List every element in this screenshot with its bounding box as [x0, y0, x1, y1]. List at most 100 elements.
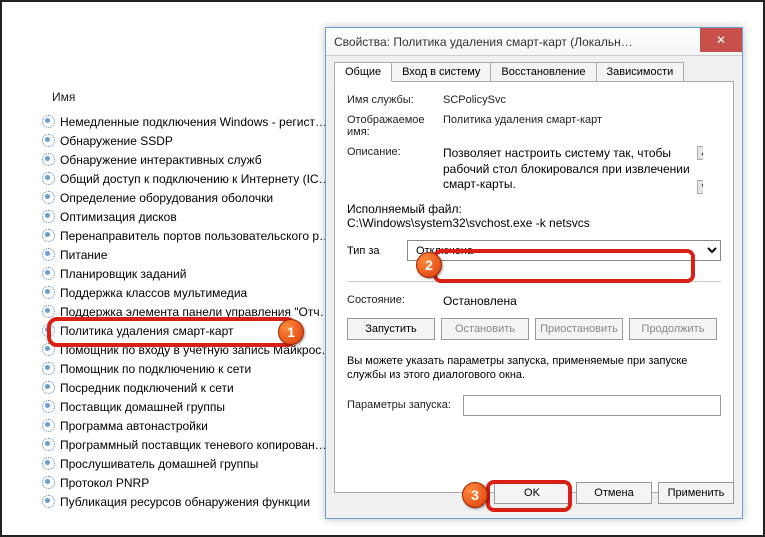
service-name: Поддержка классов мультимедиа	[60, 286, 247, 300]
service-icon	[41, 361, 56, 376]
service-name: Прослушиватель домашней группы	[60, 457, 258, 471]
service-name: Определение оборудования оболочки	[60, 191, 273, 205]
list-item[interactable]: Поддержка классов мультимедиа	[37, 283, 357, 302]
service-icon	[41, 399, 56, 414]
service-icon	[41, 475, 56, 490]
list-item[interactable]: Обнаружение интерактивных служб	[37, 150, 357, 169]
service-name: Общий доступ к подключению к Интернету (…	[60, 172, 331, 186]
list-item[interactable]: Обнаружение SSDP	[37, 131, 357, 150]
label-exe-path: Исполняемый файл:	[347, 202, 721, 216]
list-item[interactable]: Помощник по подключению к сети	[37, 359, 357, 378]
scroll-up-icon[interactable]: ▲	[697, 146, 703, 160]
close-icon: ✕	[716, 33, 726, 47]
service-icon	[41, 323, 56, 338]
service-name: Поддержка элемента панели управления "От…	[60, 305, 332, 319]
tab-recovery[interactable]: Восстановление	[490, 62, 596, 82]
annotation-badge-2: 2	[416, 252, 442, 278]
label-service-name: Имя службы:	[347, 94, 443, 106]
service-name: Помощник по подключению к сети	[60, 362, 251, 376]
description-scrollbar[interactable]: ▲▼	[697, 146, 703, 194]
service-name: Оптимизация дисков	[60, 210, 177, 224]
list-item[interactable]: Посредник подключений к сети	[37, 378, 357, 397]
start-button[interactable]: Запустить	[347, 318, 435, 340]
close-button[interactable]: ✕	[700, 28, 742, 52]
cancel-button[interactable]: Отмена	[576, 482, 652, 504]
service-icon	[41, 380, 56, 395]
service-icon	[41, 342, 56, 357]
tab-dependencies[interactable]: Зависимости	[596, 62, 685, 82]
service-icon	[41, 247, 56, 262]
tab-panel-general: Имя службы: SCPolicySvc Отображаемое имя…	[334, 81, 734, 493]
tab-logon[interactable]: Вход в систему	[391, 62, 491, 82]
service-icon	[41, 494, 56, 509]
service-name: Поставщик домашней группы	[60, 400, 225, 414]
list-item[interactable]: Определение оборудования оболочки	[37, 188, 357, 207]
list-item[interactable]: Программа автонастройки	[37, 416, 357, 435]
service-icon	[41, 285, 56, 300]
tab-general[interactable]: Общие	[334, 62, 392, 82]
value-service-name: SCPolicySvc	[443, 94, 506, 106]
list-item[interactable]: Питание	[37, 245, 357, 264]
service-icon	[41, 152, 56, 167]
apply-button[interactable]: Применить	[658, 482, 734, 504]
scroll-down-icon[interactable]: ▼	[697, 180, 703, 194]
titlebar[interactable]: Свойства: Политика удаления смарт-карт (…	[326, 28, 742, 56]
dialog-title: Свойства: Политика удаления смарт-карт (…	[334, 35, 633, 49]
service-icon	[41, 209, 56, 224]
list-item[interactable]: Немедленные подключения Windows - регист…	[37, 112, 357, 131]
service-icon	[41, 418, 56, 433]
service-icon	[41, 190, 56, 205]
list-item[interactable]: Планировщик заданий	[37, 264, 357, 283]
service-icon	[41, 228, 56, 243]
annotation-badge-3: 3	[462, 482, 488, 508]
label-startup-type: Тип за	[347, 245, 407, 257]
value-description: Позволяет настроить систему так, чтобы р…	[443, 146, 703, 194]
service-name: Обнаружение интерактивных служб	[60, 153, 262, 167]
service-icon	[41, 456, 56, 471]
service-name: Публикация ресурсов обнаружения функции	[60, 495, 310, 509]
service-icon	[41, 114, 56, 129]
tab-strip: Общие Вход в систему Восстановление Зави…	[326, 56, 742, 82]
value-display-name: Политика удаления смарт-карт	[443, 114, 602, 138]
service-name: Программный поставщик теневого копирован…	[60, 438, 327, 452]
list-item[interactable]: Оптимизация дисков	[37, 207, 357, 226]
startup-type-select[interactable]: Отключена	[407, 240, 721, 261]
list-item[interactable]: Программный поставщик теневого копирован…	[37, 435, 357, 454]
label-description: Описание:	[347, 146, 443, 194]
list-item[interactable]: Протокол PNRP	[37, 473, 357, 492]
service-name: Политика удаления смарт-карт	[60, 324, 234, 338]
label-state: Состояние:	[347, 294, 443, 308]
stop-button: Остановить	[441, 318, 529, 340]
list-item[interactable]: Публикация ресурсов обнаружения функции	[37, 492, 357, 511]
list-item[interactable]: Поддержка элемента панели управления "От…	[37, 302, 357, 321]
label-start-params: Параметры запуска:	[347, 399, 463, 411]
service-name: Перенаправитель портов пользовательского…	[60, 229, 331, 243]
services-list: Немедленные подключения Windows - регист…	[37, 62, 357, 511]
service-name: Посредник подключений к сети	[60, 381, 234, 395]
list-item[interactable]: Прослушиватель домашней группы	[37, 454, 357, 473]
service-icon	[41, 304, 56, 319]
value-exe-path: C:\Windows\system32\svchost.exe -k netsv…	[347, 216, 721, 230]
service-name: Питание	[60, 248, 107, 262]
resume-button: Продолжить	[629, 318, 717, 340]
service-name: Планировщик заданий	[60, 267, 186, 281]
service-icon	[41, 437, 56, 452]
description-text: Позволяет настроить систему так, чтобы р…	[443, 146, 690, 191]
service-name: Обнаружение SSDP	[60, 134, 173, 148]
start-params-input[interactable]	[463, 395, 721, 416]
service-icon	[41, 266, 56, 281]
list-item[interactable]: Перенаправитель портов пользовательского…	[37, 226, 357, 245]
service-name: Немедленные подключения Windows - регист…	[60, 115, 327, 129]
list-item[interactable]: Помощник по входу в учетную запись Майкр…	[37, 340, 357, 359]
start-params-hint: Вы можете указать параметры запуска, при…	[347, 354, 721, 383]
service-icon	[41, 171, 56, 186]
service-name: Протокол PNRP	[60, 476, 149, 490]
list-item[interactable]: Политика удаления смарт-карт	[37, 321, 357, 340]
annotation-badge-1: 1	[278, 319, 304, 345]
label-display-name: Отображаемое имя:	[347, 114, 443, 138]
ok-button[interactable]: OK	[494, 482, 570, 504]
pause-button: Приостановить	[535, 318, 623, 340]
service-icon	[41, 133, 56, 148]
list-item[interactable]: Общий доступ к подключению к Интернету (…	[37, 169, 357, 188]
list-item[interactable]: Поставщик домашней группы	[37, 397, 357, 416]
